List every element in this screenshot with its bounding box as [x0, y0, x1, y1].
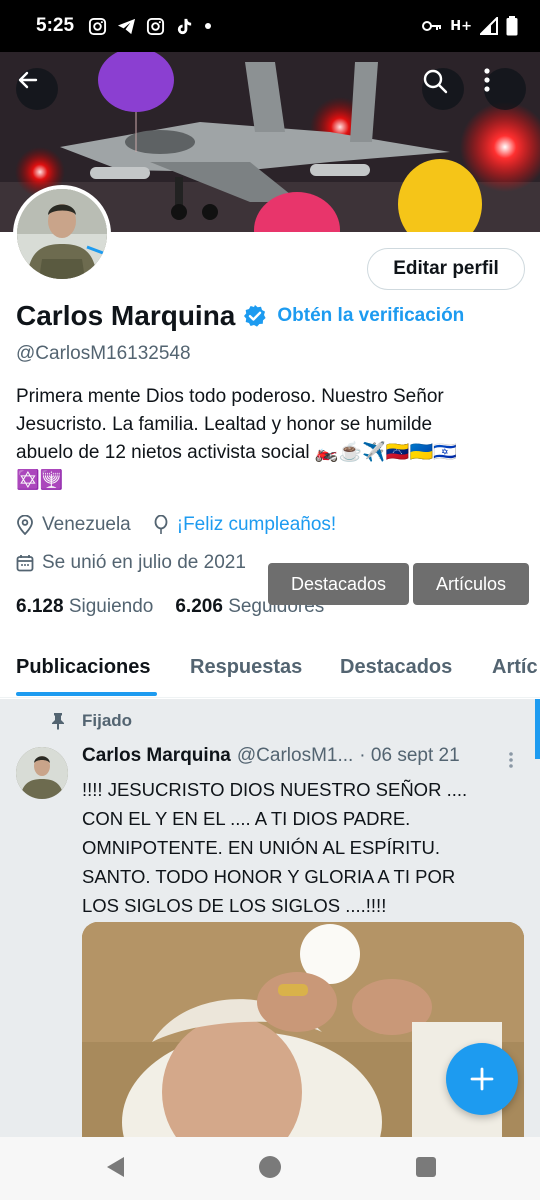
tweet-author-handle[interactable]: @CarlosM1...: [237, 745, 353, 767]
telegram-icon: [117, 18, 136, 34]
tweet-avatar-image: [16, 747, 68, 799]
tweet-text-line: SANTO. TODO HONOR Y GLORIA A TI POR: [82, 866, 456, 887]
active-tab-indicator: [16, 692, 157, 696]
verified-badge-icon: [244, 305, 266, 327]
signal-icon: [480, 17, 498, 35]
balloon-icon: [154, 515, 168, 534]
profile-joined-date: Se unió en julio de 2021: [42, 552, 246, 573]
bio-line: ✡️🕎: [16, 470, 64, 491]
compose-post-button[interactable]: [446, 1043, 518, 1115]
instagram-icon: [88, 17, 107, 35]
profile-tabs: Publicaciones Respuestas Destacados Artí…: [0, 636, 540, 698]
profile-avatar[interactable]: [13, 185, 111, 283]
tweet-text-line: CON EL Y EN EL .... A TI DIOS PADRE.: [82, 808, 411, 829]
tweet-author-avatar[interactable]: [16, 747, 68, 799]
network-type: H+: [450, 18, 472, 34]
arrow-left-icon: [18, 71, 38, 89]
status-time: 5:25: [36, 15, 75, 36]
search-button[interactable]: [422, 68, 464, 110]
following-label: Siguiendo: [68, 596, 154, 617]
system-icons: H+: [422, 16, 518, 36]
instagram-icon: [146, 17, 165, 35]
tweet-more-icon[interactable]: [508, 751, 514, 769]
profile-name-row: Carlos Marquina Obtén la verificación: [16, 300, 464, 332]
pinned-indicator: Fijado: [50, 711, 132, 731]
system-navigation-bar: [0, 1137, 540, 1200]
bio-line: Primera mente Dios todo poderoso. Nuestr…: [16, 386, 444, 407]
profile-handle: @CarlosM16132548: [16, 343, 191, 364]
avatar-image: [17, 189, 107, 279]
tab-articulos[interactable]: Artíc: [492, 636, 538, 697]
nav-home-icon[interactable]: [258, 1155, 282, 1179]
bio-line: Jesucristo. La familia. Lealtad y honor …: [16, 414, 433, 435]
more-options-button[interactable]: [484, 68, 526, 110]
following-count: 6.128: [16, 596, 64, 617]
followers-count: 6.206: [175, 596, 223, 617]
pin-icon: [52, 713, 64, 730]
tiktok-icon: [177, 18, 192, 34]
battery-icon: [506, 16, 518, 36]
profile-joined-row: Se unió en julio de 2021: [16, 552, 246, 574]
get-verified-link[interactable]: Obtén la verificación: [277, 305, 464, 327]
tab-respuestas[interactable]: Respuestas: [190, 636, 302, 697]
tooltip-articulos[interactable]: Artículos: [413, 563, 529, 605]
profile-bio: Primera mente Dios todo poderoso. Nuestr…: [16, 383, 526, 495]
tweet-text: !!!! JESUCRISTO DIOS NUESTRO SEÑOR .... …: [82, 775, 512, 920]
key-icon: [422, 21, 442, 31]
back-button[interactable]: [16, 68, 58, 110]
tweet-header: Carlos Marquina @CarlosM1... · 06 sept 2…: [82, 745, 460, 767]
tweet-author-name[interactable]: Carlos Marquina: [82, 745, 231, 767]
tweet-text-line: !!!! JESUCRISTO DIOS NUESTRO SEÑOR ....: [82, 779, 468, 800]
tweet-text-line: LOS SIGLOS DE LOS SIGLOS ....!!!!: [82, 895, 387, 916]
tab-destacados[interactable]: Destacados: [340, 636, 452, 697]
following-link[interactable]: 6.128 Siguiendo: [16, 596, 153, 618]
pinned-label: Fijado: [82, 711, 133, 730]
profile-name: Carlos Marquina: [16, 300, 236, 331]
location-pin-icon: [17, 515, 33, 535]
status-bar: 5:25 H+: [0, 0, 540, 52]
calendar-icon: [16, 555, 34, 572]
nav-recents-icon[interactable]: [415, 1156, 437, 1178]
profile-meta-row: Venezuela ¡Feliz cumpleaños!: [16, 514, 336, 536]
tab-publicaciones[interactable]: Publicaciones: [16, 636, 151, 697]
scrollbar[interactable]: [535, 699, 540, 759]
search-icon: [423, 69, 448, 94]
tweet-text-line: OMNIPOTENTE. EN UNIÓN AL ESPÍRITU.: [82, 837, 441, 858]
edit-profile-button[interactable]: Editar perfil: [367, 248, 525, 290]
notification-icons: [88, 17, 212, 36]
plus-icon: [470, 1067, 494, 1091]
more-vertical-icon: [484, 68, 490, 92]
tweet-date[interactable]: · 06 sept 21: [359, 745, 459, 767]
tooltip-destacados[interactable]: Destacados: [268, 563, 409, 605]
profile-location: Venezuela: [42, 514, 131, 535]
bio-line: abuelo de 12 nietos activista social 🏍️☕…: [16, 442, 457, 463]
birthday-link[interactable]: ¡Feliz cumpleaños!: [177, 514, 336, 536]
nav-back-icon[interactable]: [104, 1155, 126, 1179]
dot-icon: [205, 23, 212, 29]
